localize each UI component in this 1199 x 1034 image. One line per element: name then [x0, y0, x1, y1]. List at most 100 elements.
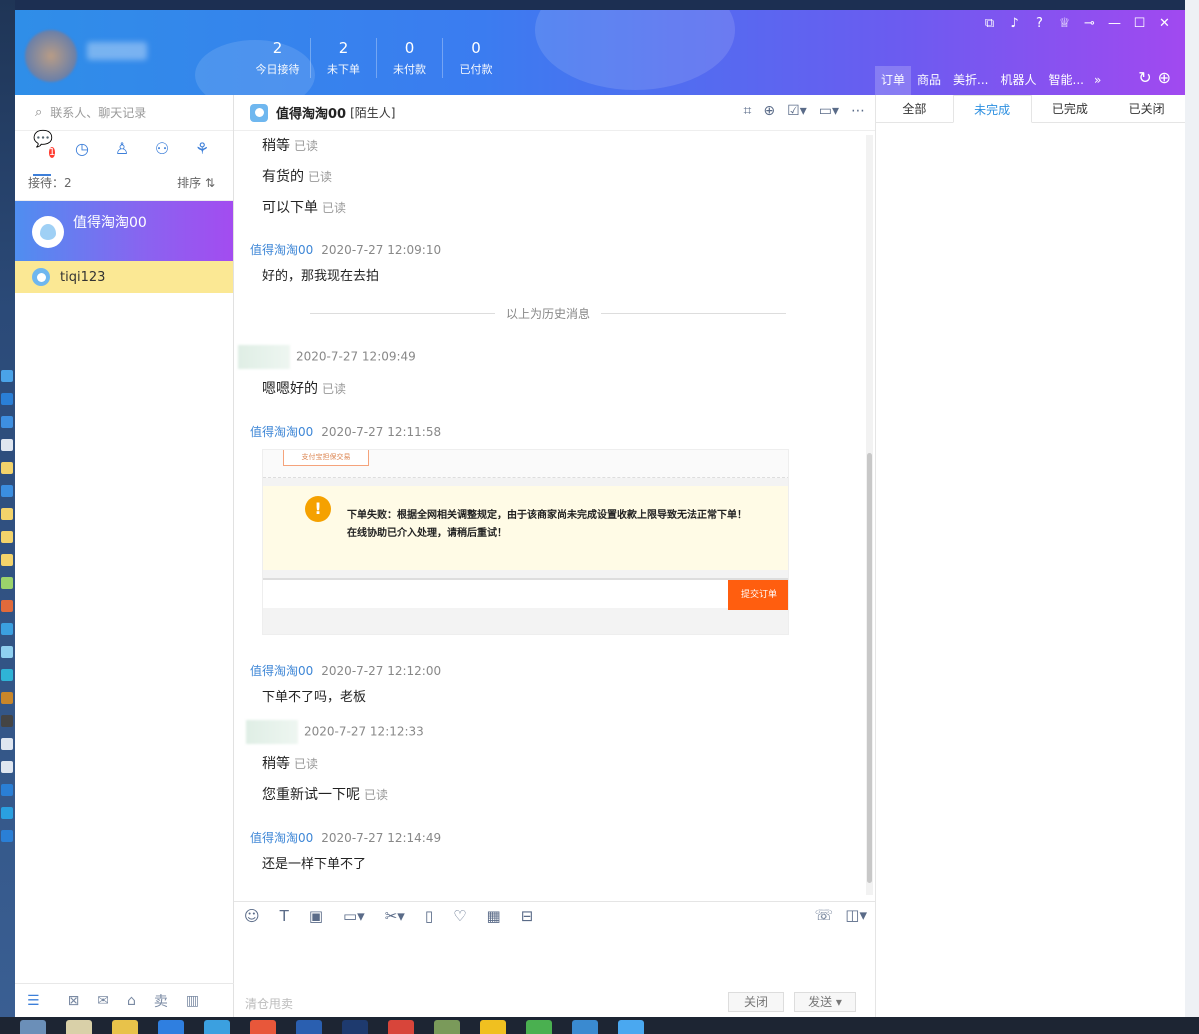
chat-icon[interactable]: 💬1 — [33, 129, 56, 176]
sender-name[interactable]: 值得淘淘00 — [250, 831, 313, 845]
contact-item[interactable]: tiqi123 — [15, 261, 233, 293]
taskbar-app-icon[interactable] — [250, 1020, 276, 1034]
order-tab-all[interactable]: 全部 — [876, 95, 953, 122]
more-icon[interactable]: ⋯ — [851, 103, 865, 119]
read-status: 已读 — [294, 757, 319, 771]
message-text: 稍等 — [262, 756, 290, 772]
chat-title[interactable]: 值得淘淘00 — [276, 103, 346, 122]
taskbar-app-icon[interactable] — [342, 1020, 368, 1034]
taskbar-app-icon[interactable] — [434, 1020, 460, 1034]
history-dropdown-icon[interactable]: ◫▾ — [845, 906, 867, 924]
sort-button[interactable]: 排序 ⇅ — [177, 174, 215, 191]
recent-icon[interactable]: ◷ — [73, 139, 91, 158]
message-time: 2020-7-27 12:11:58 — [321, 425, 442, 439]
order-tab-closed[interactable]: 已关闭 — [1108, 95, 1185, 122]
stat-today-reception[interactable]: 2 今日接待 — [245, 38, 311, 78]
order-tab-incomplete[interactable]: 未完成 — [952, 95, 1032, 123]
coupon-icon[interactable]: ⊟ — [521, 907, 534, 925]
font-icon[interactable]: T — [280, 907, 289, 925]
taskbar-app-icon[interactable] — [66, 1020, 92, 1034]
taskbar-app-icon[interactable] — [618, 1020, 644, 1034]
scrollbar-thumb[interactable] — [867, 453, 872, 883]
close-button[interactable]: ✕ — [1152, 14, 1177, 34]
folder-dropdown-icon[interactable]: ▭▾ — [343, 907, 365, 925]
chat-scrollbar[interactable] — [866, 135, 873, 895]
search-box[interactable]: ⌕ 联系人、聊天记录 — [15, 95, 233, 131]
tab-meizhe[interactable]: 美折... — [947, 66, 994, 95]
warning-icon: ! — [305, 496, 331, 522]
taskbar-app-icon[interactable] — [20, 1020, 46, 1034]
taskbar-app-icon[interactable] — [112, 1020, 138, 1034]
message-text: 稍等 — [262, 138, 290, 154]
quick-phrase-icon[interactable]: ☏ — [815, 906, 834, 924]
image-icon[interactable]: ▣ — [309, 907, 323, 925]
taskbar-app-icon[interactable] — [572, 1020, 598, 1034]
maximize-button[interactable]: ☐ — [1127, 14, 1152, 34]
desktop-left-strip — [0, 0, 15, 1034]
task-icon[interactable]: ⊠ — [68, 993, 80, 1009]
stat-paid[interactable]: 0 已付款 — [443, 38, 509, 78]
tab-orders[interactable]: 订单 — [875, 66, 912, 95]
contacts-icon[interactable]: ♙ — [113, 139, 131, 158]
message-bubble: 好的，那我现在去拍 — [262, 265, 379, 284]
org-icon[interactable]: ⚘ — [193, 139, 211, 158]
add-plugin-icon[interactable]: ⊕ — [1158, 68, 1171, 87]
sell-icon[interactable]: 卖 — [154, 991, 168, 1011]
more-tabs-icon[interactable]: » — [1090, 66, 1105, 95]
add-contact-icon[interactable]: ⊕ — [763, 103, 775, 119]
taskbar-app-icon[interactable] — [526, 1020, 552, 1034]
skin-icon[interactable]: ♕ — [1052, 14, 1077, 34]
sender-name[interactable]: 值得淘淘00 — [250, 664, 313, 678]
close-chat-button[interactable]: 关闭 — [728, 992, 784, 1012]
refresh-icon[interactable]: ↻ — [1138, 68, 1151, 87]
pin-icon[interactable]: ⊸ — [1077, 14, 1102, 34]
message-list: 稍等 已读 有货的 已读 可以下单 已读 值得淘淘00 2020-7-27 12:09:… — [234, 131, 864, 901]
send-button[interactable]: 发送 ▾ — [794, 992, 856, 1012]
screenshot-dropdown-icon[interactable]: ✂▾ — [385, 907, 405, 925]
tab-robot[interactable]: 机器人 — [994, 66, 1042, 95]
order-tab-complete[interactable]: 已完成 — [1032, 95, 1109, 122]
task-dropdown-icon[interactable]: ☑▾ — [787, 103, 807, 119]
quick-reply-icon[interactable]: ⌗ — [744, 103, 752, 119]
order-panel: 全部 未完成 已完成 已关闭 — [875, 95, 1185, 1017]
screenshot-image[interactable]: 支付宝担保交易 ! 下单失败：根据全网相关调整规定，由于该商家尚未完成设置收款上… — [262, 449, 789, 635]
volume-icon[interactable]: ♪ — [1002, 14, 1027, 34]
message-text: 好的，那我现在去拍 — [262, 269, 380, 284]
groups-icon[interactable]: ⚇ — [153, 139, 171, 158]
menu-icon[interactable]: ☰ — [27, 993, 40, 1009]
minimize-button[interactable]: — — [1102, 14, 1127, 34]
shake-icon[interactable]: ▯ — [425, 907, 433, 925]
chat-header: 值得淘淘00 [陌生人] ⌗ ⊕ ☑▾ ▭▾ ⋯ — [234, 95, 875, 131]
contact-item-active[interactable]: 值得淘淘00 — [15, 201, 233, 261]
message-text: 下单不了吗，老板 — [262, 690, 367, 705]
panel-icon[interactable]: ▥ — [186, 993, 199, 1009]
multi-window-icon[interactable]: ⧉ — [977, 14, 1002, 34]
user-avatar[interactable] — [25, 30, 77, 82]
taskbar-app-icon[interactable] — [480, 1020, 506, 1034]
warning-line-2: 在线协助已介入处理，请稍后重试！ — [347, 528, 507, 539]
taskbar-app-icon[interactable] — [388, 1020, 414, 1034]
store-icon[interactable]: ⌂ — [127, 993, 136, 1009]
video-dropdown-icon[interactable]: ▭▾ — [819, 103, 839, 119]
sender-name[interactable]: 值得淘淘00 — [250, 243, 313, 257]
calculator-icon[interactable]: ▦ — [487, 907, 501, 925]
stat-not-ordered[interactable]: 2 未下单 — [311, 38, 377, 78]
order-tabs: 全部 未完成 已完成 已关闭 — [876, 95, 1185, 123]
message-bubble: 稍等 已读 — [262, 135, 318, 155]
favorite-icon[interactable]: ♡ — [453, 907, 466, 925]
chat-contact-avatar — [250, 103, 268, 122]
help-icon[interactable]: ? — [1027, 14, 1052, 34]
message-bubble: 下单不了吗，老板 — [262, 686, 366, 705]
input-hint[interactable]: 清仓甩卖 — [245, 995, 293, 1012]
mail-icon[interactable]: ✉ — [97, 993, 109, 1009]
emoji-icon[interactable]: ☺ — [244, 907, 260, 925]
taskbar-app-icon[interactable] — [204, 1020, 230, 1034]
taskbar-app-icon[interactable] — [296, 1020, 322, 1034]
sender-name[interactable]: 值得淘淘00 — [250, 425, 313, 439]
stat-unpaid[interactable]: 0 未付款 — [377, 38, 443, 78]
taskbar-app-icon[interactable] — [158, 1020, 184, 1034]
tab-products[interactable]: 商品 — [911, 66, 947, 95]
tab-smart[interactable]: 智能... — [1043, 66, 1090, 95]
qianniu-window: 2 今日接待 2 未下单 0 未付款 0 已付款 ⧉ ♪ ? ♕ ⊸ — ☐ ✕… — [15, 10, 1185, 1017]
title-actions: ↻ ⊕ — [1138, 68, 1171, 87]
